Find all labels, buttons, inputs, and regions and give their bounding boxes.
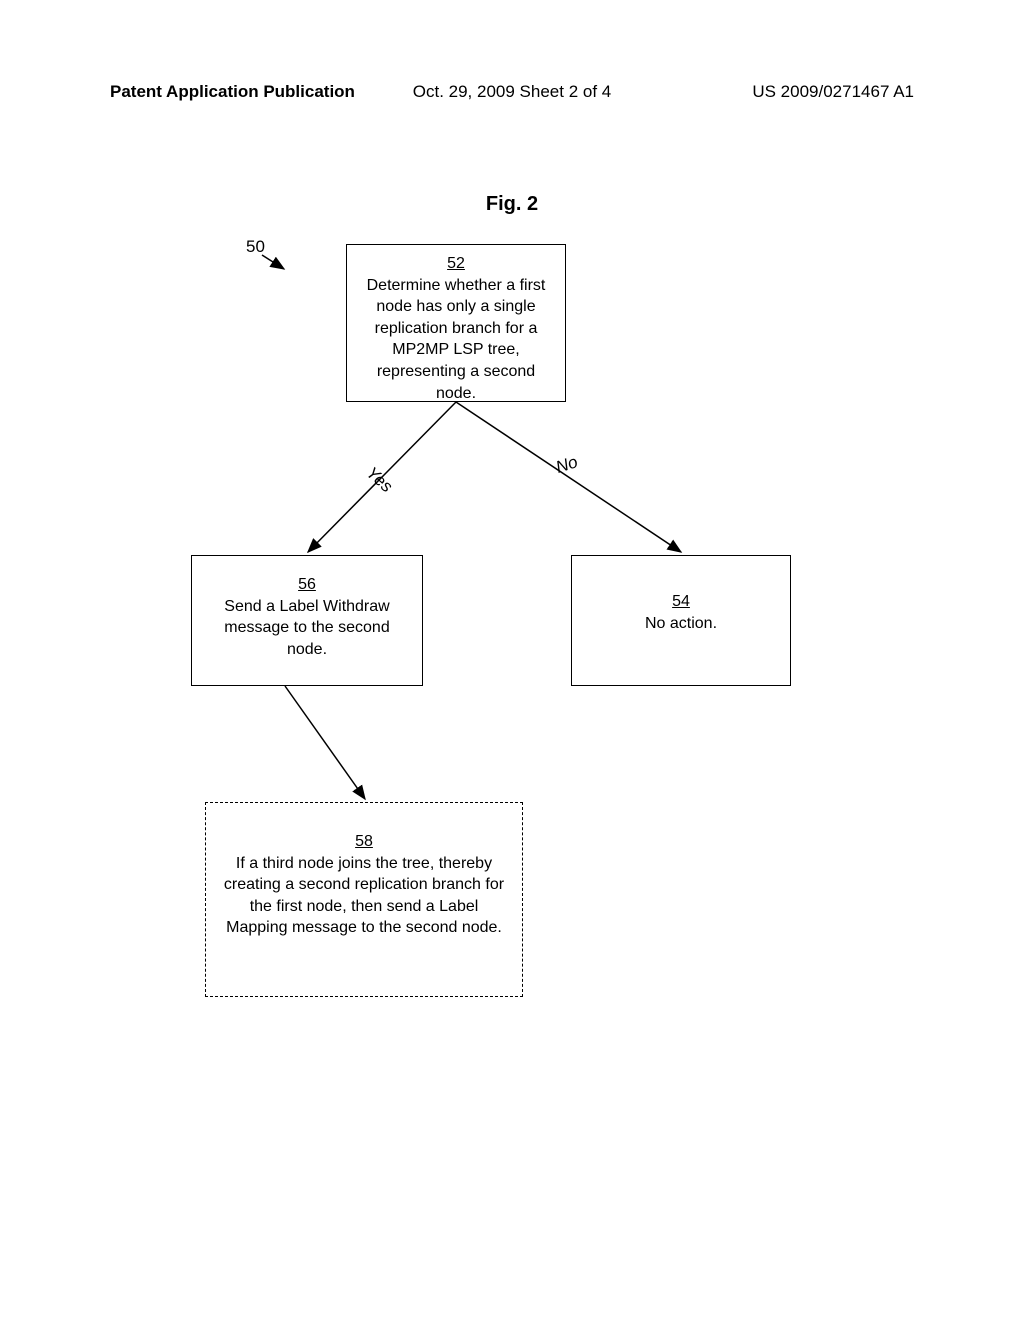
box-56: 56 Send a Label Withdraw message to the … xyxy=(191,555,423,686)
edge-56-to-58 xyxy=(275,686,385,806)
ref-label-50: 50 xyxy=(246,237,265,257)
ref-arrow-50 xyxy=(262,255,292,275)
box-58-text: If a third node joins the tree, thereby … xyxy=(224,855,504,937)
box-52: 52 Determine whether a first node has on… xyxy=(346,244,566,402)
edge-52-to-54 xyxy=(456,402,716,562)
box-56-num: 56 xyxy=(298,576,316,593)
box-58-num: 58 xyxy=(355,833,373,850)
header-center: Oct. 29, 2009 Sheet 2 of 4 xyxy=(413,82,611,102)
box-54-num: 54 xyxy=(672,593,690,610)
header-right: US 2009/0271467 A1 xyxy=(752,82,914,102)
box-58: 58 If a third node joins the tree, there… xyxy=(205,802,523,997)
page-header: Patent Application Publication Oct. 29, … xyxy=(0,82,1024,102)
box-56-text: Send a Label Withdraw message to the sec… xyxy=(224,598,389,658)
box-52-num: 52 xyxy=(447,255,465,272)
header-left: Patent Application Publication xyxy=(110,82,355,102)
figure-title: Fig. 2 xyxy=(486,193,538,216)
box-54-text: No action. xyxy=(645,615,717,632)
box-52-text: Determine whether a first node has only … xyxy=(367,277,546,402)
box-54: 54 No action. xyxy=(571,555,791,686)
